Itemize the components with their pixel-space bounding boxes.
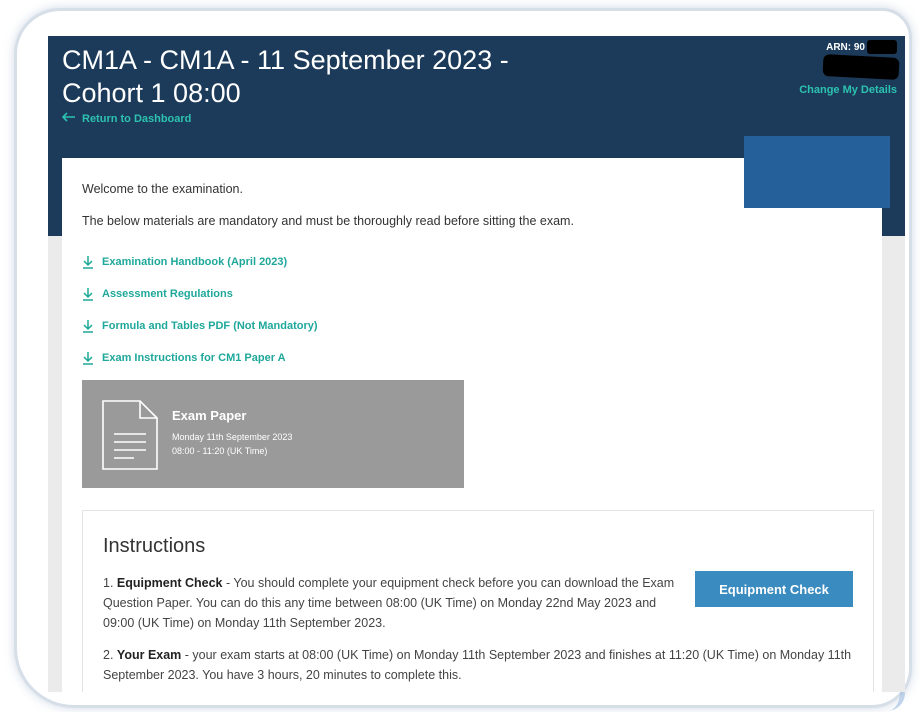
- download-link-handbook[interactable]: Examination Handbook (April 2023): [82, 246, 318, 278]
- download-link-regulations[interactable]: Assessment Regulations: [82, 278, 318, 310]
- exam-paper-date: Monday 11th September 2023: [172, 432, 293, 442]
- download-icon: [82, 255, 94, 269]
- blue-overlay-box: [744, 136, 890, 208]
- exam-content-card: Welcome to the examination. The below ma…: [62, 158, 882, 692]
- download-link-label: Assessment Regulations: [102, 288, 233, 300]
- instruction-number: 2.: [103, 648, 114, 662]
- download-link-label: Exam Instructions for CM1 Paper A: [102, 352, 286, 364]
- instructions-panel: Instructions 1. Equipment Check - You sh…: [82, 510, 874, 692]
- browser-viewport: CM1A - CM1A - 11 September 2023 - Cohort…: [48, 36, 905, 692]
- return-to-dashboard-link[interactable]: Return to Dashboard: [61, 112, 192, 125]
- document-icon: [102, 400, 158, 475]
- instruction-item-your-exam: 2. Your Exam - your exam starts at 08:00…: [103, 645, 863, 685]
- download-icon: [82, 351, 94, 365]
- exam-paper-title: Exam Paper: [172, 408, 247, 423]
- arrow-left-icon: [61, 112, 76, 125]
- return-to-dashboard-label: Return to Dashboard: [82, 112, 192, 125]
- download-link-exam-instructions[interactable]: Exam Instructions for CM1 Paper A: [82, 342, 318, 374]
- change-my-details-link[interactable]: Change My Details: [799, 84, 897, 96]
- download-link-label: Examination Handbook (April 2023): [102, 256, 288, 268]
- instruction-item-equipment-check: 1. Equipment Check - You should complete…: [103, 573, 689, 633]
- arn-number: ARN: 90: [826, 42, 865, 53]
- page-title: CM1A - CM1A - 11 September 2023 - Cohort…: [62, 45, 509, 108]
- download-list: Examination Handbook (April 2023) Assess…: [82, 246, 318, 374]
- download-link-formula-tables[interactable]: Formula and Tables PDF (Not Mandatory): [82, 310, 318, 342]
- exam-paper-tile[interactable]: Exam Paper Monday 11th September 2023 08…: [82, 380, 464, 488]
- instruction-text: - your exam starts at 08:00 (UK Time) on…: [103, 648, 852, 682]
- mandatory-note: The below materials are mandatory and mu…: [82, 214, 574, 228]
- exam-paper-time: 08:00 - 11:20 (UK Time): [172, 446, 268, 456]
- instruction-title: Your Exam: [116, 648, 182, 662]
- download-link-label: Formula and Tables PDF (Not Mandatory): [102, 320, 318, 332]
- welcome-text: Welcome to the examination.: [82, 182, 243, 196]
- download-icon: [82, 287, 94, 301]
- download-icon: [82, 319, 94, 333]
- instruction-title: Equipment Check: [116, 576, 223, 590]
- redaction-mark: [867, 40, 897, 54]
- instructions-heading: Instructions: [103, 535, 206, 557]
- redaction-mark: [822, 54, 900, 80]
- instruction-number: 1.: [103, 576, 114, 590]
- equipment-check-button[interactable]: Equipment Check: [695, 571, 853, 607]
